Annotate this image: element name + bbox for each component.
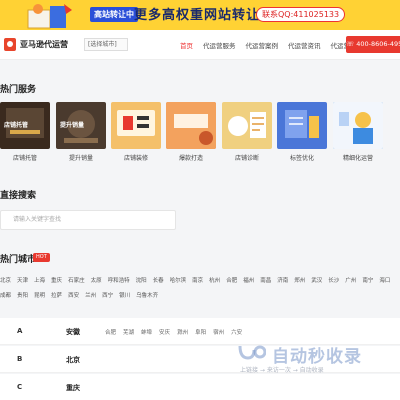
nav-cases[interactable]: 代运营案例: [246, 40, 279, 50]
province-link[interactable]: 重庆: [66, 383, 80, 393]
city-link[interactable]: 乌鲁木齐: [136, 289, 158, 304]
city-link[interactable]: 阜阳: [195, 330, 206, 336]
city-link[interactable]: 重庆: [51, 274, 62, 289]
city-link[interactable]: 石家庄: [68, 274, 85, 289]
service-label: 提升销量: [68, 155, 93, 162]
city-link[interactable]: 兰州: [85, 289, 96, 304]
service-card[interactable]: 店铺诊断: [222, 102, 272, 162]
city-link[interactable]: 杭州: [209, 274, 220, 289]
city-link[interactable]: 合肥: [226, 274, 237, 289]
city-link[interactable]: 呼和浩特: [108, 274, 130, 289]
main-nav: 首页 代运营服务 代运营案例 代运营资讯 代运营问答: [180, 40, 363, 50]
service-label: 精细化运营: [342, 155, 373, 162]
site-name[interactable]: 亚马逊代运营: [20, 39, 68, 50]
city-link[interactable]: 滁州: [177, 330, 188, 336]
promo-banner[interactable]: 高站转让中 更多高权重网站转让 联系QQ:411025133: [0, 0, 400, 30]
city-link[interactable]: 宿州: [213, 330, 224, 336]
city-link[interactable]: 西宁: [102, 289, 113, 304]
city-link[interactable]: 郑州: [294, 274, 305, 289]
nav-home[interactable]: 首页: [180, 40, 193, 50]
service-thumbnail: 店铺托管: [0, 102, 50, 149]
service-card[interactable]: 精细化运营: [333, 102, 383, 162]
service-label: 标签优化: [289, 155, 314, 162]
city-link[interactable]: 武汉: [311, 274, 322, 289]
city-link[interactable]: 上海: [34, 274, 45, 289]
search-title: 直接搜索: [0, 191, 37, 201]
city-link[interactable]: 北京: [0, 274, 11, 289]
site-logo-icon[interactable]: [4, 38, 16, 51]
service-thumbnail: [111, 102, 161, 149]
service-card[interactable]: 提升销量 提升销量: [56, 102, 106, 162]
city-link[interactable]: 沈阳: [136, 274, 147, 289]
city-link[interactable]: 济南: [277, 274, 288, 289]
site-header: 亚马逊代运营 [选择城市] 首页 代运营服务 代运营案例 代运营资讯 代运营问答…: [0, 30, 400, 60]
service-label: 店铺装修: [123, 155, 148, 162]
banner-headline: 更多高权重网站转让: [134, 8, 261, 23]
city-link[interactable]: 成都: [0, 289, 11, 304]
nav-services[interactable]: 代运营服务: [203, 40, 236, 50]
city-link[interactable]: 安庆: [159, 330, 170, 336]
city-link[interactable]: 长沙: [328, 274, 339, 289]
service-thumbnail: [277, 102, 327, 149]
service-thumbnail: [333, 102, 383, 149]
city-list: 北京 天津 上海 重庆 石家庄 太原 呼和浩特 沈阳 长春 哈尔滨 南京 杭州 合肥 福州 南昌 济南 郑州 武汉…: [0, 274, 400, 304]
alphabet-row: B 北京: [0, 346, 400, 373]
services-title: 热门服务: [0, 85, 37, 95]
alphabet-row: C 重庆: [0, 374, 400, 400]
service-card[interactable]: 标签优化: [277, 102, 327, 162]
city-link[interactable]: 天津: [17, 274, 28, 289]
hotline-button[interactable]: ☏ 400-8606-495: [346, 36, 400, 53]
city-select[interactable]: [选择城市]: [84, 38, 128, 51]
city-link[interactable]: 海口: [379, 274, 390, 289]
row-letter: A: [17, 327, 23, 335]
service-thumbnail: [166, 102, 216, 149]
service-thumbnail: 提升销量: [56, 102, 106, 149]
cities-title: 热门城市: [0, 255, 37, 265]
city-link[interactable]: 贵阳: [17, 289, 28, 304]
city-link[interactable]: 合肥: [105, 330, 116, 336]
nav-news[interactable]: 代运营资讯: [288, 40, 321, 50]
province-link[interactable]: 北京: [66, 355, 80, 365]
service-card[interactable]: 爆款打造: [166, 102, 216, 162]
search-input[interactable]: 请输入关键字查找: [0, 210, 176, 230]
city-link[interactable]: 昆明: [34, 289, 45, 304]
hot-badge: HOT: [33, 253, 50, 262]
row-letter: B: [17, 355, 23, 363]
city-link[interactable]: 福州: [243, 274, 254, 289]
city-link[interactable]: 太原: [91, 274, 102, 289]
city-link[interactable]: 哈尔滨: [170, 274, 187, 289]
province-link[interactable]: 安徽: [66, 327, 80, 337]
city-link[interactable]: 长春: [153, 274, 164, 289]
city-link[interactable]: 银川: [119, 289, 130, 304]
city-link[interactable]: 西安: [68, 289, 79, 304]
service-label: 店铺诊断: [234, 155, 259, 162]
service-card[interactable]: 店铺装修: [111, 102, 161, 162]
city-link[interactable]: 南昌: [260, 274, 271, 289]
city-link[interactable]: 拉萨: [51, 289, 62, 304]
row-letter: C: [17, 383, 23, 391]
service-thumbnail: [222, 102, 272, 149]
service-label: 爆款打造: [178, 155, 203, 162]
city-link[interactable]: 南宁: [362, 274, 373, 289]
banner-contact[interactable]: 联系QQ:411025133: [256, 7, 346, 22]
city-link[interactable]: 广州: [345, 274, 356, 289]
city-link[interactable]: 六安: [231, 330, 242, 336]
service-label: 店铺托管: [12, 155, 37, 162]
city-link[interactable]: 南京: [192, 274, 203, 289]
city-link[interactable]: 蚌埠: [141, 330, 152, 336]
city-link[interactable]: 芜湖: [123, 330, 134, 336]
alphabet-row: A 安徽 合肥 芜湖 蚌埠 安庆 滁州 阜阳 宿州 六安: [0, 318, 400, 345]
sale-tag: 高站转让中: [90, 7, 138, 22]
services-list: 店铺托管 店铺托管 提升销量 提升销量 店铺装修 爆款打造 店铺诊断 标签优化: [0, 102, 400, 162]
gift-illustration-icon: [27, 4, 72, 29]
service-card[interactable]: 店铺托管 店铺托管: [0, 102, 50, 162]
province-city-list: 合肥 芜湖 蚌埠 安庆 滁州 阜阳 宿州 六安: [105, 328, 249, 336]
